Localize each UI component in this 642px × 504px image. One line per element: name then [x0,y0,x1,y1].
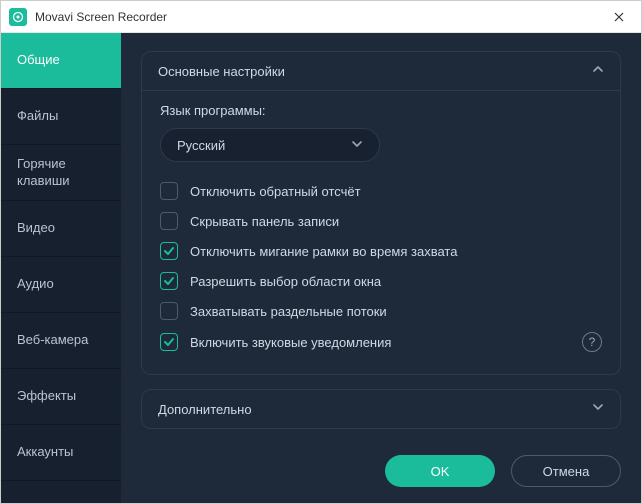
settings-window: Movavi Screen Recorder Общие Файлы Горячие… [0,0,642,504]
titlebar: Movavi Screen Recorder [1,1,641,33]
panel-title: Дополнительно [158,402,252,417]
help-icon[interactable]: ? [582,332,602,352]
sidebar-item-label: Общие [17,52,60,69]
checkbox[interactable] [160,182,178,200]
language-value: Русский [177,138,225,153]
sidebar-item-7[interactable]: Аккаунты [1,425,121,481]
sidebar-item-label: Видео [17,220,55,237]
sidebar: Общие Файлы Горячие клавиши Видео Аудио Веб-к… [1,33,121,503]
checkbox[interactable] [160,242,178,260]
panel-main-settings: Основные настройки Язык программы: Русск… [141,51,621,375]
chevron-down-icon [592,400,604,418]
checkbox[interactable] [160,333,178,351]
panel-body-main: Язык программы: Русский Отключить обратн… [142,90,620,374]
sidebar-item-label: Горячие клавиши [17,156,105,190]
sidebar-item-label: Аккаунты [17,444,73,461]
language-select[interactable]: Русский [160,128,380,162]
checkbox-label: Отключить мигание рамки во время захвата [190,244,602,259]
sidebar-item-6[interactable]: Эффекты [1,369,121,425]
panel-header-main[interactable]: Основные настройки [142,52,620,90]
sidebar-item-5[interactable]: Веб-камера [1,313,121,369]
option-row: Отключить обратный отсчёт [158,176,604,206]
panel-title: Основные настройки [158,64,285,79]
panel-additional: Дополнительно [141,389,621,429]
panel-header-additional[interactable]: Дополнительно [142,390,620,428]
sidebar-item-4[interactable]: Аудио [1,257,121,313]
sidebar-item-label: Файлы [17,108,58,125]
option-row: Включить звуковые уведомления? [158,326,604,358]
sidebar-item-0[interactable]: Общие [1,33,121,89]
checkbox[interactable] [160,302,178,320]
checkbox[interactable] [160,212,178,230]
footer: OK Отмена [141,447,621,487]
checkbox[interactable] [160,272,178,290]
checkbox-label: Разрешить выбор области окна [190,274,602,289]
content-area: Основные настройки Язык программы: Русск… [121,33,641,503]
close-button[interactable] [596,1,641,33]
option-row: Захватывать раздельные потоки [158,296,604,326]
cancel-button[interactable]: Отмена [511,455,621,487]
checkbox-label: Скрывать панель записи [190,214,602,229]
sidebar-item-1[interactable]: Файлы [1,89,121,145]
sidebar-item-label: Эффекты [17,388,76,405]
app-icon [9,8,27,26]
checkbox-label: Включить звуковые уведомления [190,335,570,350]
checkbox-label: Отключить обратный отсчёт [190,184,602,199]
window-body: Общие Файлы Горячие клавиши Видео Аудио Веб-к… [1,33,641,503]
option-row: Скрывать панель записи [158,206,604,236]
option-row: Отключить мигание рамки во время захвата [158,236,604,266]
sidebar-item-label: Веб-камера [17,332,88,349]
checkbox-label: Захватывать раздельные потоки [190,304,602,319]
window-title: Movavi Screen Recorder [35,10,596,24]
options-list: Отключить обратный отсчёт Скрывать панель… [158,176,604,358]
ok-button[interactable]: OK [385,455,495,487]
language-label: Язык программы: [160,103,604,118]
sidebar-item-3[interactable]: Видео [1,201,121,257]
option-row: Разрешить выбор области окна [158,266,604,296]
chevron-up-icon [592,62,604,80]
sidebar-item-2[interactable]: Горячие клавиши [1,145,121,201]
sidebar-item-label: Аудио [17,276,54,293]
chevron-down-icon [351,138,363,153]
